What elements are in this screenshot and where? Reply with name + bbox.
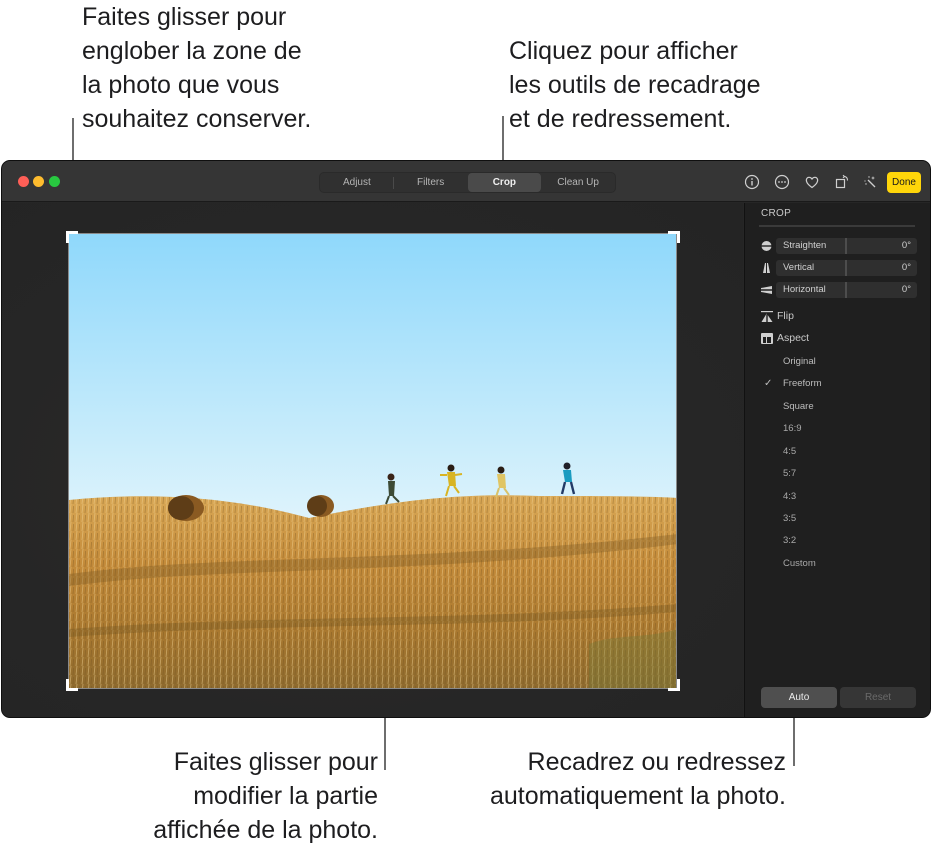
rotate-icon[interactable] xyxy=(834,174,850,190)
slider-value: 0° xyxy=(901,240,911,251)
slider-label: Vertical xyxy=(783,262,815,273)
zoom-button[interactable] xyxy=(49,176,60,187)
edit-mode-tabs: Adjust Filters Crop Clean Up xyxy=(319,172,616,193)
photos-edit-window: Adjust Filters Crop Clean Up Done CROP S… xyxy=(1,160,931,718)
title-bar: Adjust Filters Crop Clean Up Done xyxy=(2,161,930,202)
checkmark-icon: ✓ xyxy=(764,378,773,389)
slider-label: Straighten xyxy=(783,240,827,251)
magic-wand-icon[interactable] xyxy=(862,174,878,190)
callout-line: Faites glisser pour xyxy=(82,3,287,31)
slider-thumb[interactable] xyxy=(845,260,847,276)
callout-crop-tools: Cliquez pour afficher les outils de reca… xyxy=(509,34,761,136)
callout-line: affichée de la photo. xyxy=(153,816,378,844)
aspect-option-5-7[interactable]: 5:7 xyxy=(783,468,796,479)
straighten-icon xyxy=(760,241,773,251)
tab-crop[interactable]: Crop xyxy=(467,173,542,192)
callout-drag-crop: Faites glisser pour englober la zone de … xyxy=(82,0,311,136)
aspect-icon xyxy=(761,332,773,344)
tab-clean-up[interactable]: Clean Up xyxy=(541,173,615,192)
callout-line: les outils de recadrage xyxy=(509,71,761,99)
crop-handle-bottom-right[interactable] xyxy=(668,679,680,691)
sidebar-title: CROP xyxy=(761,208,792,219)
aspect-option-4-3[interactable]: 4:3 xyxy=(783,491,796,502)
aspect-header[interactable]: Aspect xyxy=(761,332,809,344)
divider xyxy=(759,225,915,227)
info-icon[interactable] xyxy=(744,174,760,190)
tab-label: Clean Up xyxy=(557,177,599,188)
slider-value: 0° xyxy=(901,284,911,295)
tab-adjust[interactable]: Adjust xyxy=(320,173,394,192)
aspect-option-3-2[interactable]: 3:2 xyxy=(783,535,796,546)
callout-auto: Recadrez ou redressez automatiquement la… xyxy=(420,745,786,813)
callout-line: souhaitez conserver. xyxy=(82,105,312,133)
horizontal-slider[interactable]: Horizontal 0° xyxy=(760,282,917,298)
aspect-label: Aspect xyxy=(777,332,810,344)
tab-label: Adjust xyxy=(342,177,371,188)
done-button[interactable]: Done xyxy=(887,172,921,193)
aspect-option-original[interactable]: Original xyxy=(783,356,816,367)
slider-track[interactable]: Vertical 0° xyxy=(776,260,917,276)
callout-line: modifier la partie xyxy=(193,782,378,810)
slider-track[interactable]: Horizontal 0° xyxy=(776,282,917,298)
callout-line: la photo que vous xyxy=(82,71,280,99)
photo-canvas xyxy=(2,203,743,717)
tab-label: Filters xyxy=(417,177,445,188)
aspect-option-custom[interactable]: Custom xyxy=(783,558,816,569)
slider-thumb[interactable] xyxy=(845,282,847,298)
aspect-option-4-5[interactable]: 4:5 xyxy=(783,446,796,457)
straighten-slider[interactable]: Straighten 0° xyxy=(760,238,917,254)
vertical-perspective-icon xyxy=(763,263,770,273)
callout-line: englober la zone de xyxy=(82,37,302,65)
callout-line: Cliquez pour afficher xyxy=(509,37,738,65)
tab-label: Crop xyxy=(492,177,517,188)
crop-photo[interactable] xyxy=(68,233,677,689)
aspect-option-square[interactable]: Square xyxy=(783,401,814,412)
slider-track[interactable]: Straighten 0° xyxy=(776,238,917,254)
flip-label: Flip xyxy=(777,310,794,322)
crop-handle-top-right[interactable] xyxy=(668,231,680,243)
horizontal-perspective-icon xyxy=(761,286,772,294)
slider-value: 0° xyxy=(901,262,911,273)
aspect-option-3-5[interactable]: 3:5 xyxy=(783,513,796,524)
slider-thumb[interactable] xyxy=(845,238,847,254)
photo-image xyxy=(69,234,676,688)
callout-line: automatiquement la photo. xyxy=(489,782,786,810)
callout-line: et de redressement. xyxy=(509,105,732,133)
callout-line: Recadrez ou redressez xyxy=(527,748,786,776)
flip-icon xyxy=(761,310,773,322)
aspect-option-freeform[interactable]: Freeform xyxy=(783,378,822,389)
crop-handle-top-left[interactable] xyxy=(66,231,78,243)
flip-button[interactable]: Flip xyxy=(761,310,794,322)
crop-sidebar: CROP Straighten 0° Vertical 0° Horizonta… xyxy=(744,203,930,717)
tab-filters[interactable]: Filters xyxy=(394,173,468,192)
callout-move-photo: Faites glisser pour modifier la partie a… xyxy=(100,745,378,847)
reset-button[interactable]: Reset xyxy=(840,687,916,708)
aspect-option-16-9[interactable]: 16:9 xyxy=(783,423,802,434)
crop-handle-bottom-left[interactable] xyxy=(66,679,78,691)
slider-label: Horizontal xyxy=(783,284,826,295)
callout-line: Faites glisser pour xyxy=(173,748,378,776)
auto-button[interactable]: Auto xyxy=(761,687,837,708)
minimize-button[interactable] xyxy=(33,176,44,187)
more-icon[interactable] xyxy=(774,174,790,190)
heart-icon[interactable] xyxy=(804,174,820,190)
vertical-slider[interactable]: Vertical 0° xyxy=(760,260,917,276)
close-button[interactable] xyxy=(18,176,29,187)
